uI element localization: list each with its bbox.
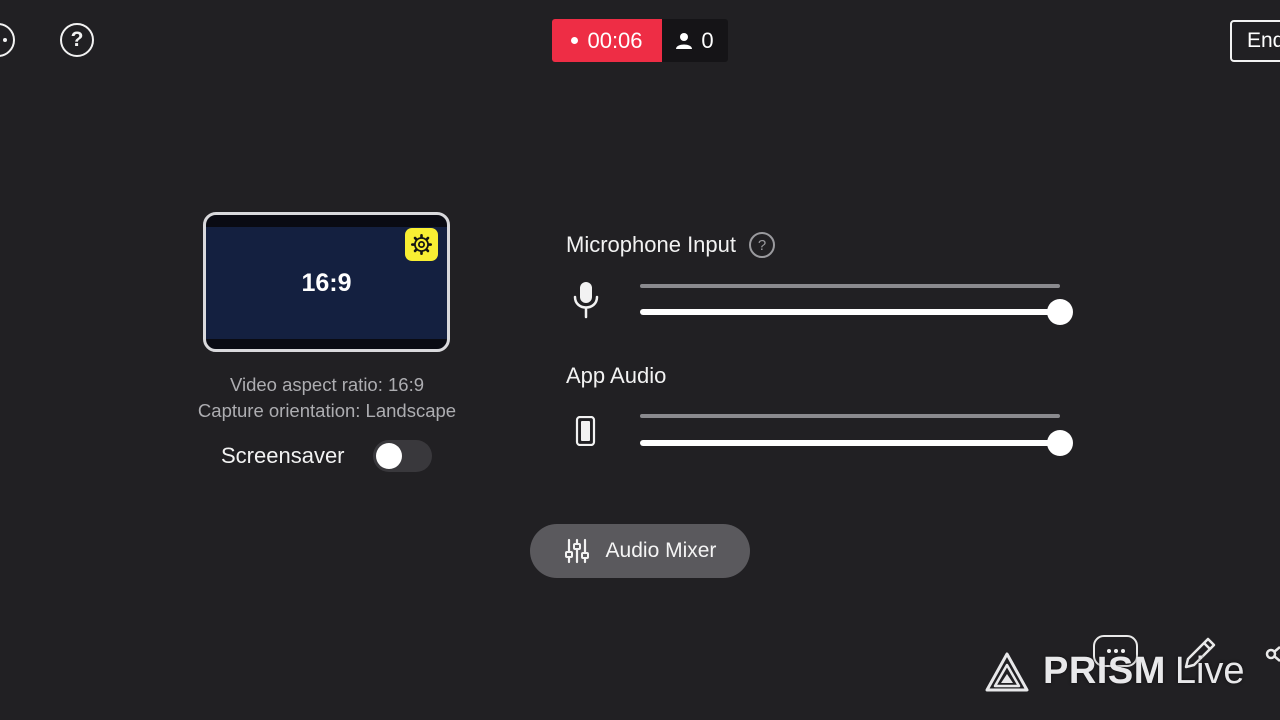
app-audio-volume-thumb[interactable] bbox=[1047, 430, 1073, 456]
help-icon: ? bbox=[757, 236, 767, 254]
end-button-label: End bbox=[1247, 29, 1280, 52]
audio-mixer-label: Audio Mixer bbox=[605, 539, 717, 562]
end-broadcast-button[interactable]: End bbox=[1230, 20, 1280, 62]
watermark-brand: PRISM bbox=[1043, 650, 1166, 692]
timer-text: 00:06 bbox=[587, 27, 643, 53]
watermark-suffix: Live bbox=[1174, 650, 1245, 692]
aspect-ratio-label: 16:9 bbox=[301, 268, 352, 297]
share-icon[interactable] bbox=[1262, 637, 1280, 671]
phone-icon bbox=[575, 416, 596, 446]
app-audio-title: App Audio bbox=[566, 363, 667, 388]
screensaver-toggle[interactable] bbox=[373, 440, 432, 472]
audio-mixer-button[interactable]: Audio Mixer bbox=[530, 524, 750, 578]
app-audio-level-meter bbox=[640, 414, 1060, 418]
microphone-volume-thumb[interactable] bbox=[1047, 299, 1073, 325]
more-options-button[interactable] bbox=[0, 23, 15, 57]
microphone-input-heading: Microphone Input ? bbox=[566, 232, 775, 258]
microphone-volume-track[interactable] bbox=[640, 309, 1060, 315]
recording-dot-icon bbox=[571, 37, 579, 44]
prism-live-watermark: PRISM Live bbox=[985, 650, 1245, 693]
recording-timer-badge: 00:06 bbox=[552, 19, 662, 62]
help-button[interactable]: ? bbox=[60, 23, 94, 57]
aspect-ratio-preview[interactable]: 16:9 bbox=[203, 212, 450, 352]
person-icon bbox=[676, 32, 693, 49]
screensaver-label: Screensaver bbox=[221, 443, 345, 468]
microphone-icon bbox=[573, 282, 599, 319]
help-icon: ? bbox=[70, 28, 84, 51]
ellipsis-icon bbox=[0, 38, 7, 42]
live-status-bar: 00:06 0 bbox=[552, 19, 728, 62]
viewer-count-text: 0 bbox=[701, 27, 714, 53]
toggle-knob bbox=[376, 443, 402, 469]
microphone-help-button[interactable]: ? bbox=[749, 232, 775, 258]
preview-settings-button[interactable] bbox=[405, 228, 438, 261]
live-broadcast-screen: ? 00:06 0 End 16:9 bbox=[0, 0, 1280, 720]
gear-icon bbox=[411, 234, 432, 255]
capture-orientation-info: Capture orientation: Landscape bbox=[197, 400, 457, 421]
video-aspect-ratio-info: Video aspect ratio: 16:9 bbox=[229, 374, 425, 395]
sliders-icon bbox=[564, 538, 589, 564]
microphone-input-title: Microphone Input bbox=[566, 232, 736, 257]
microphone-level-meter bbox=[640, 284, 1060, 288]
prism-logo-icon bbox=[985, 652, 1029, 691]
app-audio-volume-track[interactable] bbox=[640, 440, 1060, 446]
viewer-count-badge: 0 bbox=[662, 19, 728, 62]
